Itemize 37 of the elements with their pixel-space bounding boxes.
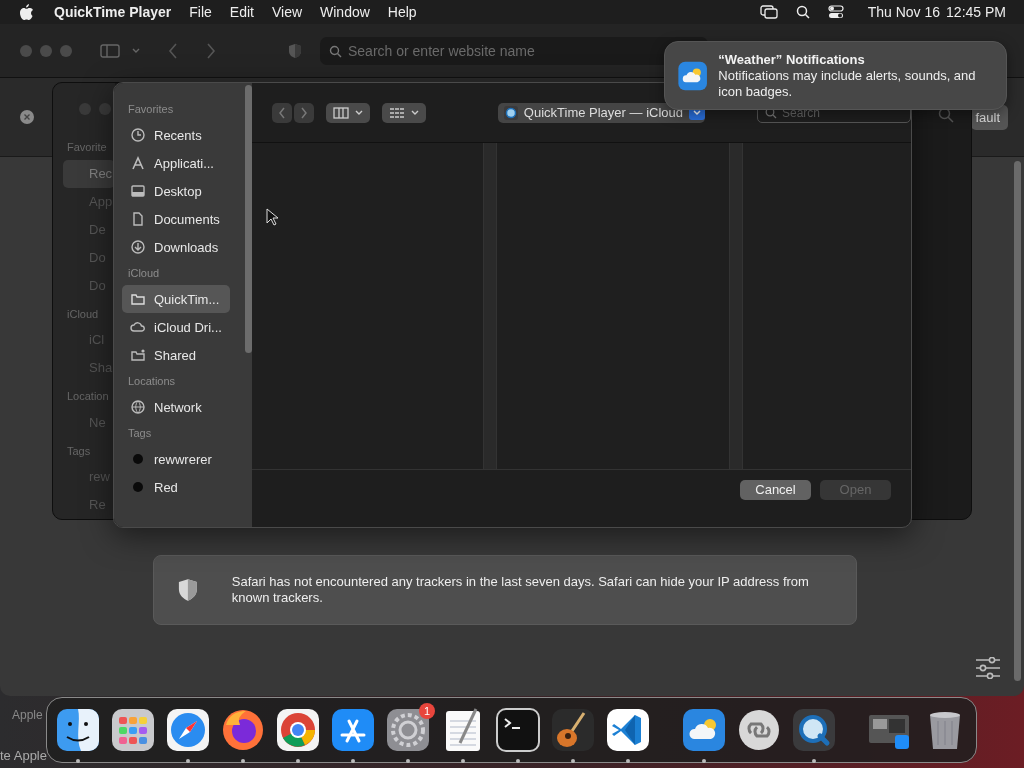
sidebar-item[interactable]: Documents [122, 205, 230, 233]
sidebar-item[interactable]: Desktop [122, 177, 230, 205]
sidebar-heading: Locations [128, 375, 177, 389]
sidebar-item[interactable]: rewwrerer [122, 445, 230, 473]
dialog-button[interactable]: Cancel [740, 479, 811, 500]
desktop-label: te Apple [0, 748, 47, 763]
notification-badge: 1 [419, 703, 435, 719]
notification-banner[interactable]: “Weather” Notifications Notifications may include alerts, sounds, and icon badges. [664, 41, 1007, 110]
desktop-label: Apple [12, 708, 43, 722]
sidebar-item[interactable]: Recents [122, 121, 230, 149]
notification-body: Notifications may include alerts, sounds, and icon badges. [718, 67, 977, 100]
menu-item[interactable]: Window [320, 4, 370, 20]
menu-app-name[interactable]: QuickTime Player [54, 4, 172, 20]
sidebar-item[interactable]: iCloud Dri... [122, 313, 230, 341]
sidebar-heading: iCloud [128, 267, 161, 281]
notification-title: “Weather” Notifications [718, 51, 866, 68]
sidebar-heading: Location [67, 390, 110, 404]
menu-item[interactable]: Edit [229, 4, 254, 20]
sidebar-heading: iCloud [67, 307, 100, 322]
sidebar-item[interactable]: Red [122, 473, 230, 501]
address-field[interactable]: Search or enter website name [320, 36, 708, 65]
menu-item[interactable]: File [189, 4, 212, 20]
sidebar-heading: Tags [67, 444, 92, 459]
sidebar-item[interactable]: QuickTim... [122, 285, 230, 313]
menu-time[interactable]: 12:45 PM [946, 4, 1006, 20]
sidebar-item[interactable]: Shared [122, 341, 230, 369]
location-popup[interactable]: QuickTime Player — iCloud [497, 102, 705, 123]
sidebar-heading: Favorites [128, 103, 175, 117]
sidebar-item[interactable]: Downloads [122, 233, 230, 261]
menu-item[interactable]: View [271, 4, 303, 20]
sidebar-heading: Favorite [67, 141, 108, 155]
sidebar-heading: Tags [128, 427, 153, 441]
sidebar-item[interactable]: Applicati... [122, 149, 230, 177]
privacy-message: Safari has not encountered any trackers in the last seven days. Safari can hide your IP address from known trackers. [231, 574, 810, 606]
menu-item[interactable]: Help [387, 4, 417, 20]
sidebar-item[interactable]: Network [122, 393, 230, 421]
menu-date[interactable]: Thu Nov 16 [867, 4, 941, 20]
